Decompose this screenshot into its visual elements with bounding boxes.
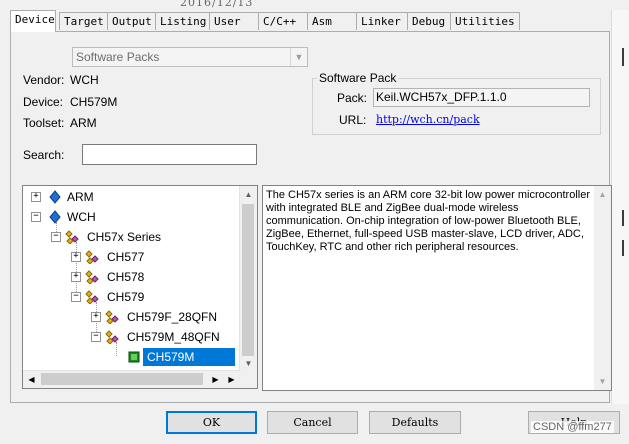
- family-icon: [85, 250, 99, 264]
- scroll-thumb[interactable]: [41, 373, 203, 385]
- scrollbar-corner: [240, 371, 257, 388]
- family-icon: [105, 310, 119, 324]
- tab-linker[interactable]: Linker: [356, 12, 408, 30]
- expand-icon[interactable]: +: [71, 272, 81, 282]
- tab-label: Target: [64, 15, 104, 28]
- edge-mark: [622, 240, 624, 256]
- tab-label: C/C++: [263, 15, 297, 28]
- tree-node-ch578[interactable]: + CH578: [71, 268, 251, 286]
- tab-label: Linker: [361, 15, 401, 28]
- tab-asm[interactable]: Asm: [307, 12, 357, 30]
- tree-node-ch579[interactable]: − CH579: [71, 288, 251, 306]
- defaults-button[interactable]: Defaults: [369, 411, 461, 434]
- tree-node-label-selected: CH579M: [143, 348, 235, 366]
- tab-label: Listing: [160, 15, 207, 28]
- scroll-right-icon[interactable]: ▶: [207, 371, 224, 388]
- expand-icon[interactable]: +: [31, 192, 41, 202]
- tab-label: Output: [112, 15, 152, 28]
- tab-device[interactable]: Device: [10, 10, 56, 32]
- tree-node-ch579m[interactable]: CH579M: [123, 348, 241, 366]
- tree-node-label: CH579: [107, 290, 145, 304]
- tree-node-label: CH578: [107, 270, 145, 284]
- tree-node-arm[interactable]: + ARM: [31, 188, 231, 206]
- scroll-left-icon[interactable]: ◀: [23, 371, 40, 388]
- tab-output[interactable]: Output: [107, 12, 156, 30]
- tree-node-label: WCH: [67, 210, 96, 224]
- tree-node-ch577[interactable]: + CH577: [71, 248, 251, 266]
- tab-debug[interactable]: Debug: [407, 12, 451, 30]
- pack-value-field: Keil.WCH57x_DFP.1.1.0: [373, 88, 590, 107]
- pack-value: Keil.WCH57x_DFP.1.1.0: [376, 90, 507, 104]
- chip-icon: [128, 351, 140, 363]
- tree-node-label: CH57x Series: [87, 230, 162, 244]
- description-scrollbar[interactable]: ▲ ▼: [594, 186, 611, 390]
- edge-mark: [622, 210, 624, 226]
- description-text: The CH57x series is an ARM core 32-bit l…: [266, 189, 591, 253]
- family-icon: [85, 290, 99, 304]
- tab-label: Debug: [412, 15, 446, 28]
- family-icon: [105, 330, 119, 344]
- toolset-value: ARM: [70, 116, 97, 130]
- tab-user[interactable]: User: [209, 12, 259, 30]
- expand-icon[interactable]: +: [71, 252, 81, 262]
- tab-label: Asm: [312, 15, 332, 28]
- scroll-thumb[interactable]: [242, 204, 254, 356]
- tab-c-cpp[interactable]: C/C++: [258, 12, 308, 30]
- vendor-value: WCH: [70, 73, 99, 87]
- tab-label: Device: [15, 13, 55, 26]
- chevron-down-icon[interactable]: ▼: [290, 48, 307, 66]
- database-select[interactable]: Software Packs ▼: [72, 47, 308, 67]
- scroll-right-end-icon[interactable]: ▶: [223, 371, 240, 388]
- right-edge-strip: [611, 10, 629, 410]
- tab-target[interactable]: Target: [59, 12, 108, 30]
- window-top-strip: 2016/12/13: [0, 0, 629, 9]
- expand-icon[interactable]: +: [91, 312, 101, 322]
- device-value: CH579M: [70, 95, 118, 109]
- tree-node-label: CH579M_48QFN: [127, 330, 220, 344]
- collapse-icon[interactable]: −: [31, 212, 41, 222]
- tree-node-ch579m-48qfn[interactable]: − CH579M_48QFN: [91, 328, 241, 346]
- family-icon: [85, 270, 99, 284]
- diamond-icon: [49, 210, 61, 224]
- url-label: URL:: [339, 113, 367, 127]
- tree-node-wch[interactable]: − WCH: [31, 208, 231, 226]
- tree-node-ch57x-series[interactable]: − CH57x Series: [51, 228, 251, 246]
- watermark: CSDN @ffm277: [531, 421, 614, 433]
- scroll-up-icon[interactable]: ▲: [240, 186, 257, 203]
- device-description: The CH57x series is an ARM core 32-bit l…: [262, 185, 612, 391]
- search-label: Search:: [23, 148, 65, 162]
- diamond-icon: [49, 190, 61, 204]
- search-input[interactable]: [82, 144, 257, 165]
- tab-label: User: [214, 15, 241, 28]
- collapse-icon[interactable]: −: [51, 232, 61, 242]
- tree-horizontal-scrollbar[interactable]: ◀ ▶ ▶: [23, 370, 241, 388]
- pack-url-link[interactable]: http://wch.cn/pack: [376, 113, 480, 126]
- tab-utilities[interactable]: Utilities: [450, 12, 520, 30]
- tree-node-ch579f-28qfn[interactable]: + CH579F_28QFN: [91, 308, 241, 326]
- tree-node-label: CH577: [107, 250, 145, 264]
- software-pack-title: Software Pack: [317, 71, 399, 85]
- device-tree[interactable]: + ARM − WCH − CH57x Series + CH577 + CH5…: [22, 185, 258, 389]
- toolset-label: Toolset:: [23, 116, 65, 130]
- scroll-down-icon[interactable]: ▼: [594, 373, 611, 390]
- tree-node-label: CH579F_28QFN: [127, 310, 218, 324]
- cancel-button[interactable]: Cancel: [267, 411, 358, 434]
- collapse-icon[interactable]: −: [71, 292, 81, 302]
- edge-mark: [622, 48, 624, 66]
- tab-label: Utilities: [455, 15, 515, 28]
- tree-node-label: ARM: [67, 190, 94, 204]
- pack-label: Pack:: [337, 91, 368, 105]
- tab-listing[interactable]: Listing: [155, 12, 210, 30]
- family-icon: [65, 230, 79, 244]
- collapse-icon[interactable]: −: [91, 332, 101, 342]
- device-label: Device:: [23, 95, 64, 109]
- header-fragment: 2016/12/13: [180, 0, 254, 9]
- tree-vertical-scrollbar[interactable]: ▲ ▼: [239, 186, 257, 372]
- ok-button[interactable]: OK: [166, 411, 257, 434]
- vendor-label: Vendor:: [23, 73, 65, 87]
- scroll-down-icon[interactable]: ▼: [240, 355, 257, 372]
- database-select-value: Software Packs: [76, 50, 160, 64]
- scroll-up-icon[interactable]: ▲: [594, 186, 611, 203]
